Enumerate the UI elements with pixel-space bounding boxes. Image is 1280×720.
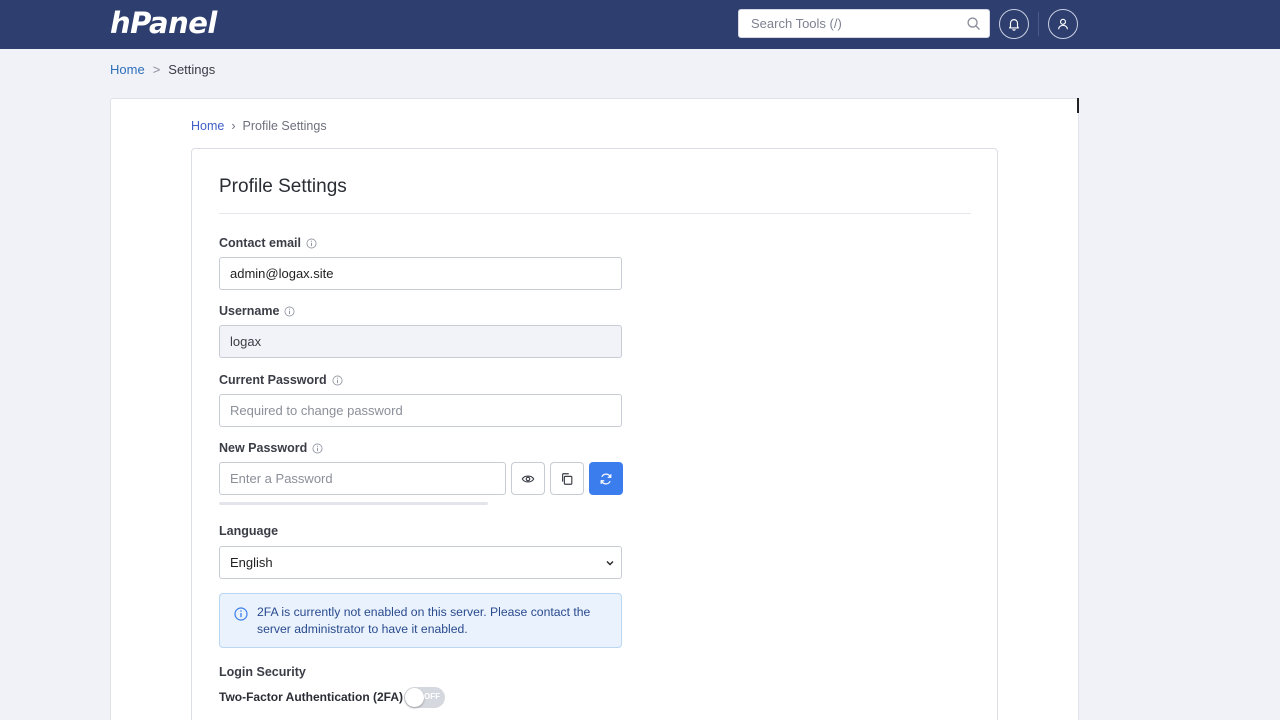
language-select[interactable]: English xyxy=(219,546,622,579)
generate-password-button[interactable] xyxy=(589,462,623,495)
inner-breadcrumb-current: Profile Settings xyxy=(242,119,327,133)
language-selected-value: English xyxy=(230,555,273,570)
copy-icon xyxy=(562,472,573,485)
language-label-text: Language xyxy=(219,524,279,538)
eye-icon xyxy=(521,474,535,483)
language-label: Language xyxy=(219,524,278,538)
current-password-label: Current Password xyxy=(219,373,343,387)
header-divider xyxy=(1038,12,1039,36)
show-password-button[interactable] xyxy=(511,462,545,495)
alert-text: 2FA is currently not enabled on this ser… xyxy=(257,605,591,636)
inner-breadcrumb-separator: › xyxy=(231,119,236,133)
chevron-down-icon xyxy=(606,561,614,566)
new-password-field[interactable] xyxy=(219,462,506,495)
contact-email-label-text: Contact email xyxy=(219,236,301,250)
breadcrumb-home-link[interactable]: Home xyxy=(110,62,145,77)
2fa-toggle[interactable]: OFF xyxy=(404,687,445,708)
current-password-field[interactable] xyxy=(219,394,622,427)
username-label: Username xyxy=(219,304,295,318)
user-menu-button[interactable] xyxy=(1048,9,1078,39)
new-password-label-text: New Password xyxy=(219,441,308,455)
current-password-label-text: Current Password xyxy=(219,373,327,387)
breadcrumb: Home > Settings xyxy=(110,62,215,77)
toggle-state-text: OFF xyxy=(424,692,440,701)
info-icon[interactable] xyxy=(284,306,295,317)
breadcrumb-current: Settings xyxy=(168,62,216,77)
top-navbar: hPanel xyxy=(0,0,1280,49)
bell-icon xyxy=(1009,19,1019,31)
title-divider xyxy=(219,213,971,214)
search-icon[interactable] xyxy=(966,16,981,31)
info-circle-icon xyxy=(234,607,248,621)
contact-email-field[interactable] xyxy=(219,257,622,290)
contact-email-label: Contact email xyxy=(219,236,317,250)
page-title: Profile Settings xyxy=(219,176,347,197)
search-box xyxy=(738,9,990,38)
breadcrumb-separator: > xyxy=(152,62,161,77)
login-security-heading: Login Security xyxy=(219,665,306,679)
info-icon[interactable] xyxy=(332,375,343,386)
hpanel-logo[interactable]: hPanel xyxy=(110,6,217,40)
toggle-knob xyxy=(405,688,424,707)
search-input[interactable] xyxy=(739,10,961,37)
info-icon[interactable] xyxy=(312,443,323,454)
copy-password-button[interactable] xyxy=(550,462,584,495)
notifications-button[interactable] xyxy=(999,9,1029,39)
2fa-label: Two-Factor Authentication (2FA) xyxy=(219,690,403,704)
username-label-text: Username xyxy=(219,304,280,318)
username-field[interactable] xyxy=(219,325,622,358)
refresh-icon xyxy=(600,473,612,484)
new-password-label: New Password xyxy=(219,441,323,455)
password-strength-bar xyxy=(219,502,488,505)
2fa-info-alert: 2FA is currently not enabled on this ser… xyxy=(219,593,622,648)
text-cursor xyxy=(1077,98,1079,113)
inner-breadcrumb: Home › Profile Settings xyxy=(191,119,327,133)
inner-breadcrumb-home-link[interactable]: Home xyxy=(191,119,224,133)
info-icon[interactable] xyxy=(306,238,317,249)
user-icon xyxy=(1058,18,1068,30)
